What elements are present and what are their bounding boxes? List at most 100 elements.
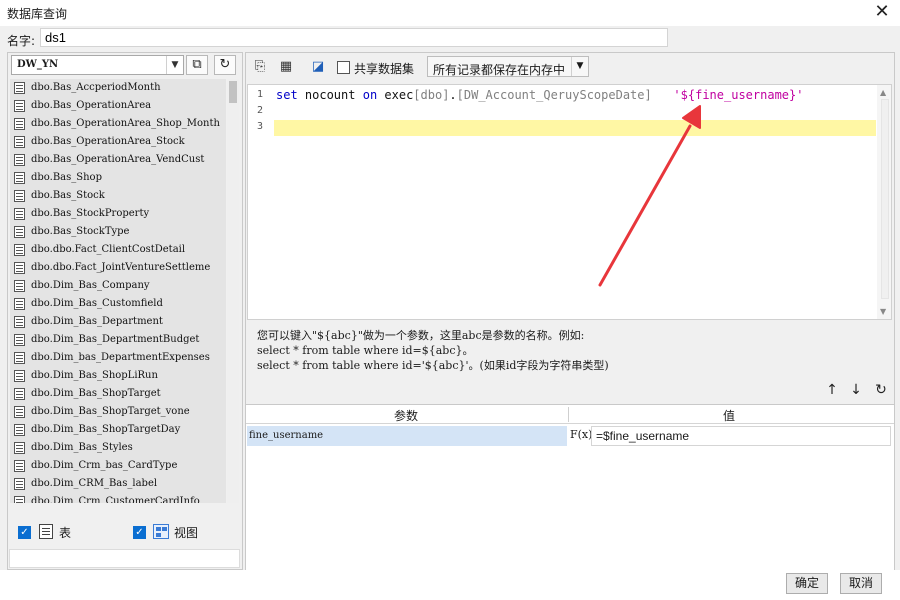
table-filter-input[interactable] xyxy=(9,549,240,568)
table-name: dbo.Dim_Bas_DepartmentBudget xyxy=(31,334,200,345)
list-item[interactable]: dbo.Dim_Crm_bas_CardType xyxy=(10,457,226,475)
table-list-scrollbar[interactable] xyxy=(227,79,239,503)
sql-line-1[interactable]: set nocount on exec[dbo].[DW_Account_Qer… xyxy=(276,88,803,102)
edit-icon[interactable]: ◪ xyxy=(309,58,327,76)
close-icon[interactable]: ✕ xyxy=(872,1,892,23)
parameter-help: 您可以键入"${abc}"做为一个参数，这里abc是参数的名称。例如: sele… xyxy=(257,328,609,373)
list-item[interactable]: dbo.Dim_Bas_Styles xyxy=(10,439,226,457)
list-item[interactable]: dbo.Dim_Bas_DepartmentBudget xyxy=(10,331,226,349)
search-table-icon[interactable]: ⧉ xyxy=(186,55,208,75)
database-select-value: DW_YN xyxy=(17,59,59,70)
table-name: dbo.Bas_OperationArea_Stock xyxy=(31,136,185,147)
table-name: dbo.Dim_Bas_ShopLiRun xyxy=(31,370,158,381)
show-views-checkbox[interactable]: ✓ xyxy=(133,526,146,539)
list-item[interactable]: dbo.Dim_Bas_Company xyxy=(10,277,226,295)
ok-button[interactable]: 确定 xyxy=(786,573,828,594)
table-name: dbo.Dim_Bas_Department xyxy=(31,316,163,327)
table-icon xyxy=(14,208,25,220)
column-header-name: 参数 xyxy=(394,409,419,423)
help-line: select * from table where id='${abc}'。(如… xyxy=(257,359,609,372)
line-number: 3 xyxy=(257,121,264,132)
table-icon xyxy=(14,298,25,310)
name-label: 名字: xyxy=(7,34,36,48)
list-item[interactable]: dbo.Dim_bas_DepartmentExpenses xyxy=(10,349,226,367)
list-item[interactable]: dbo.Dim_Bas_ShopTargetDay xyxy=(10,421,226,439)
schema-name: [dbo] xyxy=(413,88,450,102)
window-title: 数据库查询 xyxy=(7,7,68,21)
procedure-name: [DW_Account_QeruyScopeDate] xyxy=(456,88,652,102)
list-item[interactable]: dbo.dbo.Fact_JointVentureSettleme xyxy=(10,259,226,277)
chevron-down-icon[interactable]: ▼ xyxy=(166,56,183,74)
show-tables-label: 表 xyxy=(59,526,72,540)
scrollbar-thumb[interactable] xyxy=(229,81,237,103)
table-row[interactable]: fine_username F(x) =$fine_username xyxy=(246,425,894,447)
line-number: 1 xyxy=(257,89,264,100)
formula-icon[interactable]: F(x) xyxy=(570,426,592,446)
column-divider[interactable] xyxy=(568,407,569,422)
list-item[interactable]: dbo.Dim_Crm_CustomerCardInfo xyxy=(10,493,226,503)
table-icon xyxy=(39,524,53,539)
scrollbar-thumb[interactable] xyxy=(881,99,889,299)
list-item[interactable]: dbo.Dim_Bas_ShopTarget_vone xyxy=(10,403,226,421)
scroll-up-icon[interactable]: ▲ xyxy=(880,88,886,97)
memory-mode-value: 所有记录都保存在内存中 xyxy=(433,63,566,77)
code-text: exec xyxy=(377,88,414,102)
refresh-params-icon[interactable]: ↻ xyxy=(873,381,889,399)
table-icon xyxy=(14,496,25,503)
show-tables-checkbox[interactable]: ✓ xyxy=(18,526,31,539)
list-item[interactable]: dbo.Dim_CRM_Bas_label xyxy=(10,475,226,493)
list-item[interactable]: dbo.dbo.Fact_ClientCostDetail xyxy=(10,241,226,259)
list-item[interactable]: dbo.Bas_StockType xyxy=(10,223,226,241)
list-item[interactable]: dbo.Bas_OperationArea xyxy=(10,97,226,115)
show-views-label: 视图 xyxy=(174,526,199,540)
object-type-filter: ✓ 表 ✓ 视图 xyxy=(10,519,240,545)
list-item[interactable]: dbo.Bas_Shop xyxy=(10,169,226,187)
table-name: dbo.Bas_OperationArea_VendCust xyxy=(31,154,205,165)
list-item[interactable]: dbo.Dim_Bas_ShopTarget xyxy=(10,385,226,403)
table-icon xyxy=(14,226,25,238)
list-item[interactable]: dbo.Bas_OperationArea_Shop_Month xyxy=(10,115,226,133)
move-up-icon[interactable]: ↑ xyxy=(824,381,840,399)
parameter-table: 参数 值 fine_username F(x) =$fine_username xyxy=(246,404,894,570)
table-icon xyxy=(14,460,25,472)
table-name: dbo.Bas_AccperiodMonth xyxy=(31,82,161,93)
database-select[interactable]: DW_YN ▼ xyxy=(11,55,184,75)
table-name: dbo.Bas_OperationArea_Shop_Month xyxy=(31,118,220,129)
help-line: select * from table where id=${abc}。 xyxy=(257,344,474,357)
table-name: dbo.Bas_StockProperty xyxy=(31,208,150,219)
list-item[interactable]: dbo.Dim_Bas_ShopLiRun xyxy=(10,367,226,385)
table-icon xyxy=(14,424,25,436)
line-number: 2 xyxy=(257,105,264,116)
parameter-value-input[interactable]: =$fine_username xyxy=(591,426,891,446)
column-header-value: 值 xyxy=(723,409,736,423)
list-item[interactable]: dbo.Bas_OperationArea_VendCust xyxy=(10,151,226,169)
list-item[interactable]: dbo.Bas_AccperiodMonth xyxy=(10,79,226,97)
list-item[interactable]: dbo.Bas_Stock xyxy=(10,187,226,205)
list-item[interactable]: dbo.Dim_Bas_Department xyxy=(10,313,226,331)
save-icon[interactable]: ▦ xyxy=(277,58,295,76)
parameter-name[interactable]: fine_username xyxy=(247,426,567,446)
table-list[interactable]: dbo.Bas_AccperiodMonth dbo.Bas_OperationA… xyxy=(10,79,226,503)
list-item[interactable]: dbo.Bas_StockProperty xyxy=(10,205,226,223)
table-name: dbo.Bas_Shop xyxy=(31,172,102,183)
name-input[interactable] xyxy=(40,28,668,47)
chevron-down-icon[interactable]: ▼ xyxy=(571,57,588,76)
preview-icon[interactable]: ⎘ xyxy=(251,58,269,76)
list-item[interactable]: dbo.Bas_OperationArea_Stock xyxy=(10,133,226,151)
table-name: dbo.Dim_Bas_ShopTarget xyxy=(31,388,161,399)
editor-scrollbar[interactable]: ▲ ▼ xyxy=(877,85,891,319)
memory-mode-select[interactable]: 所有记录都保存在内存中 ▼ xyxy=(427,56,589,77)
table-name: dbo.Dim_bas_DepartmentExpenses xyxy=(31,352,210,363)
sql-editor[interactable]: 1 2 3 set nocount on exec[dbo].[DW_Accou… xyxy=(247,84,892,320)
code-text: . xyxy=(449,88,457,102)
table-name: dbo.Dim_Bas_Customfield xyxy=(31,298,163,309)
cancel-button[interactable]: 取消 xyxy=(840,573,882,594)
share-dataset-checkbox[interactable] xyxy=(337,61,350,74)
refresh-icon[interactable]: ↻ xyxy=(214,55,236,75)
table-icon xyxy=(14,244,25,256)
scroll-down-icon[interactable]: ▼ xyxy=(880,307,886,316)
list-item[interactable]: dbo.Dim_Bas_Customfield xyxy=(10,295,226,313)
move-down-icon[interactable]: ↓ xyxy=(848,381,864,399)
table-icon xyxy=(14,370,25,382)
